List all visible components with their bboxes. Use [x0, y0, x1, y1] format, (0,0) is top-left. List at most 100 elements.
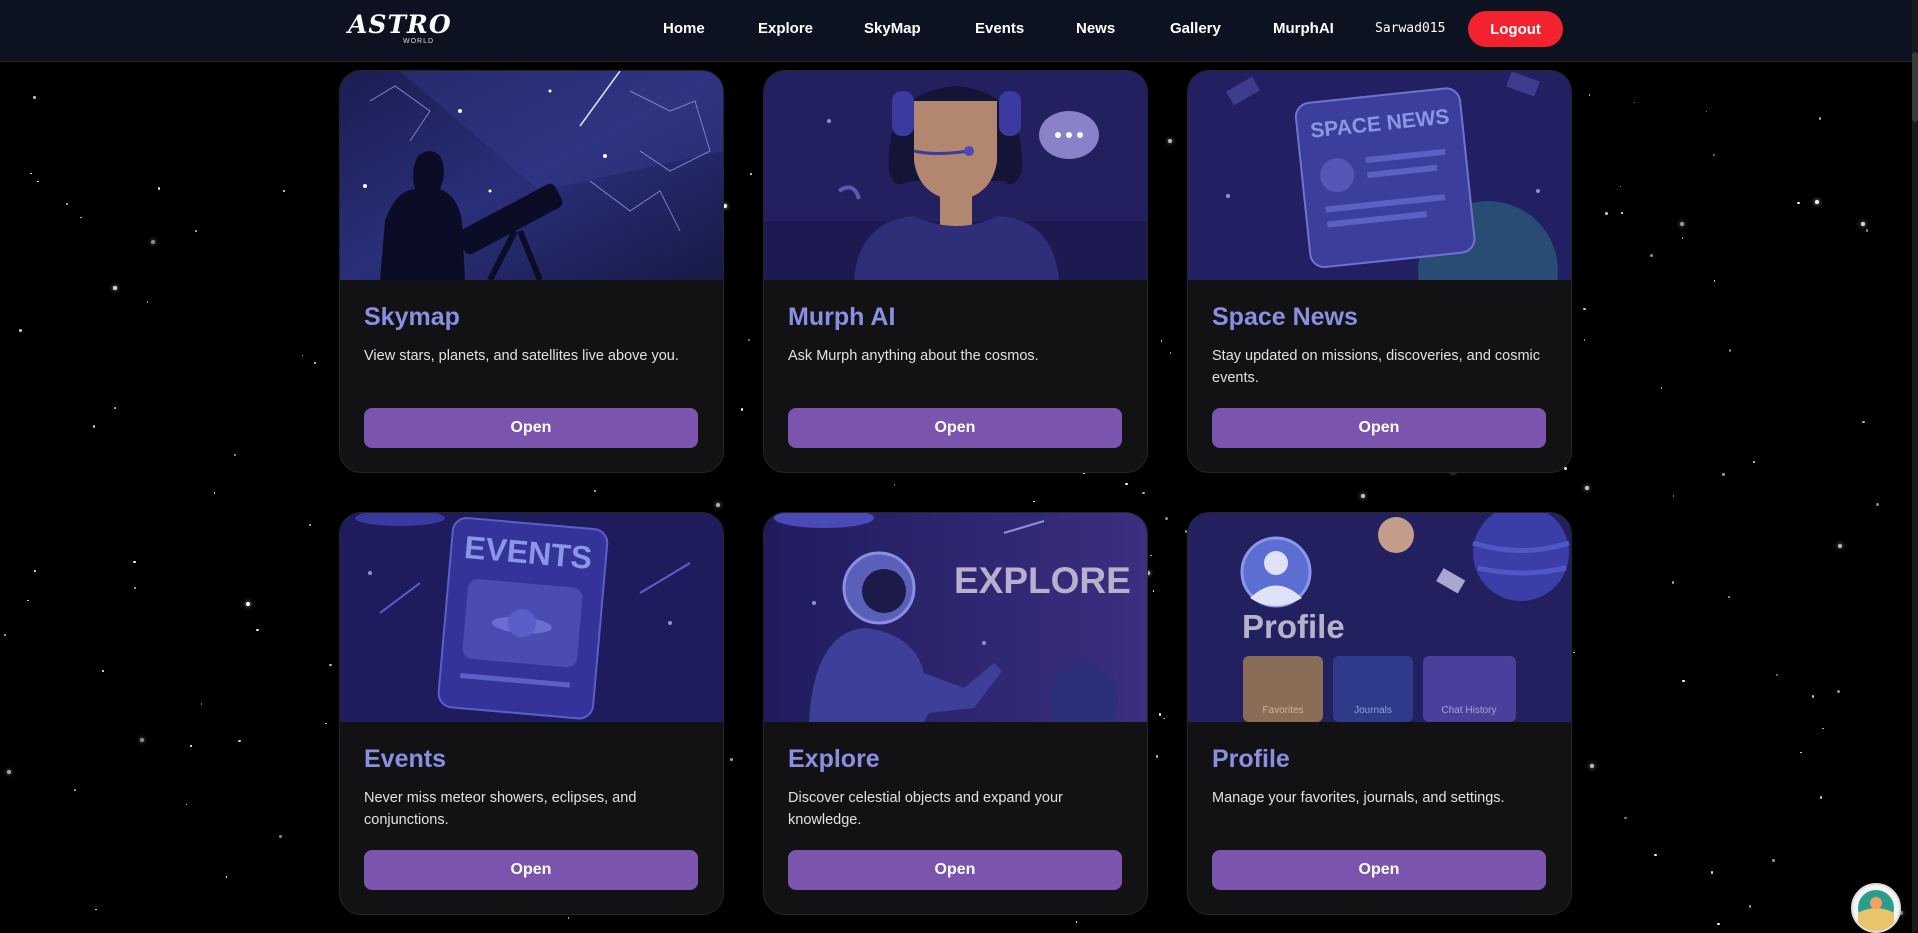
- star-dot: [1583, 307, 1586, 311]
- star-dot: [1620, 211, 1624, 215]
- star-dot: [1583, 339, 1586, 341]
- card-description: Manage your favorites, journals, and set…: [1212, 790, 1505, 806]
- star-dot: [1728, 349, 1732, 352]
- logo-text: ASTRO: [348, 10, 452, 39]
- card-murph-ai: Murph AI Ask Murph anything about the co…: [763, 70, 1148, 473]
- star-dot: [1650, 254, 1653, 257]
- star-dot: [279, 835, 282, 838]
- star-dot: [238, 739, 241, 743]
- star-dot: [1710, 871, 1714, 874]
- star-dot: [194, 229, 198, 233]
- open-space-news-button[interactable]: Open: [1212, 408, 1546, 448]
- star-dot: [309, 524, 311, 526]
- tile-chat-history-text: Chat History: [1441, 705, 1496, 716]
- star-dot: [1876, 503, 1879, 506]
- star-dot: [1165, 517, 1168, 520]
- nav-link-gallery[interactable]: Gallery: [1170, 20, 1221, 37]
- top-navbar: ASTRO WORLD Home Explore SkyMap Events N…: [0, 0, 1912, 62]
- star-dot: [114, 407, 116, 409]
- star-dot: [1748, 905, 1752, 908]
- card-explore: EXPLORE Explore Discover celestial objec…: [763, 512, 1148, 915]
- star-dot: [1822, 727, 1824, 730]
- star-dot: [567, 917, 570, 919]
- star-dot: [19, 329, 22, 332]
- star-dot: [313, 361, 317, 365]
- open-explore-button[interactable]: Open: [788, 850, 1122, 890]
- star-dot: [1152, 590, 1155, 592]
- star-dot: [740, 408, 744, 411]
- star-dot: [1588, 94, 1591, 96]
- tile-journals-text: Journals: [1354, 705, 1392, 716]
- card-description: Stay updated on missions, discoveries, a…: [1212, 348, 1541, 386]
- star-dot: [185, 803, 188, 806]
- star-dot: [1633, 101, 1636, 104]
- star-dot: [1160, 340, 1163, 342]
- telescope-stargazer-illustration: [340, 71, 723, 280]
- star-dot: [200, 703, 203, 705]
- star-dot: [37, 180, 39, 183]
- star-dot: [1033, 500, 1035, 503]
- logout-button[interactable]: Logout: [1468, 11, 1563, 47]
- astro-world-logo[interactable]: ASTRO WORLD: [348, 10, 452, 46]
- card-description: View stars, planets, and satellites live…: [364, 348, 679, 364]
- star-dot: [750, 173, 752, 175]
- star-dot: [1722, 473, 1725, 476]
- star-dot: [325, 722, 327, 725]
- star-dot: [593, 489, 597, 493]
- star-dot: [730, 758, 733, 761]
- star-dot: [1753, 461, 1755, 463]
- card-space-news: SPACE NEWS Space News Stay updated on mi…: [1187, 70, 1572, 473]
- star-dot: [893, 484, 896, 486]
- star-dot: [1815, 199, 1820, 204]
- star-dot: [1075, 921, 1078, 923]
- star-dot: [1150, 554, 1152, 557]
- astronaut-explore-illustration: EXPLORE: [764, 513, 1147, 722]
- star-dot: [1654, 853, 1657, 857]
- star-dot: [283, 190, 285, 192]
- nav-link-news[interactable]: News: [1076, 20, 1115, 37]
- star-dot: [33, 96, 36, 99]
- star-dot: [716, 502, 721, 507]
- card-events: EVENTS Events Never miss meteor showers,…: [339, 512, 724, 915]
- nav-link-explore[interactable]: Explore: [758, 20, 813, 37]
- scrollbar-track[interactable]: [1912, 0, 1918, 932]
- chat-assistant-icon[interactable]: [1851, 883, 1901, 933]
- open-profile-button[interactable]: Open: [1212, 850, 1546, 890]
- nav-link-home[interactable]: Home: [663, 20, 705, 37]
- star-dot: [1660, 387, 1663, 389]
- tile-favorites-text: Favorites: [1262, 705, 1303, 716]
- card-title: Profile: [1212, 745, 1290, 773]
- nav-link-murphai[interactable]: MurphAI: [1273, 20, 1334, 37]
- nav-link-skymap[interactable]: SkyMap: [864, 20, 921, 37]
- star-dot: [65, 202, 69, 206]
- open-murph-ai-button[interactable]: Open: [788, 408, 1122, 448]
- star-dot: [1169, 352, 1172, 354]
- star-dot: [1573, 651, 1575, 654]
- star-dot: [95, 908, 97, 911]
- scrollbar-thumb[interactable]: [1912, 52, 1918, 122]
- open-events-button[interactable]: Open: [364, 850, 698, 890]
- star-dot: [1705, 110, 1708, 113]
- star-dot: [245, 601, 250, 606]
- star-dot: [1167, 138, 1172, 143]
- star-dot: [4, 634, 6, 636]
- nav-link-events[interactable]: Events: [975, 20, 1024, 37]
- star-dot: [301, 354, 304, 357]
- open-skymap-button[interactable]: Open: [364, 408, 698, 448]
- star-dot: [1680, 222, 1685, 227]
- star-dot: [1142, 491, 1145, 495]
- star-dot: [256, 628, 259, 632]
- star-dot: [140, 738, 145, 743]
- star-dot: [1672, 495, 1675, 497]
- username-label: Sarwad015: [1375, 21, 1446, 36]
- profile-dashboard-illustration: Profile Favorites Journals Chat History: [1188, 513, 1571, 722]
- star-dot: [1163, 717, 1165, 720]
- star-dot: [748, 339, 750, 341]
- star-dot: [1681, 237, 1684, 239]
- card-title: Skymap: [364, 303, 460, 331]
- star-dot: [157, 187, 161, 190]
- card-title: Murph AI: [788, 303, 896, 331]
- star-dot: [1717, 922, 1720, 925]
- ai-assistant-headset-illustration: [764, 71, 1147, 280]
- star-dot: [7, 770, 12, 775]
